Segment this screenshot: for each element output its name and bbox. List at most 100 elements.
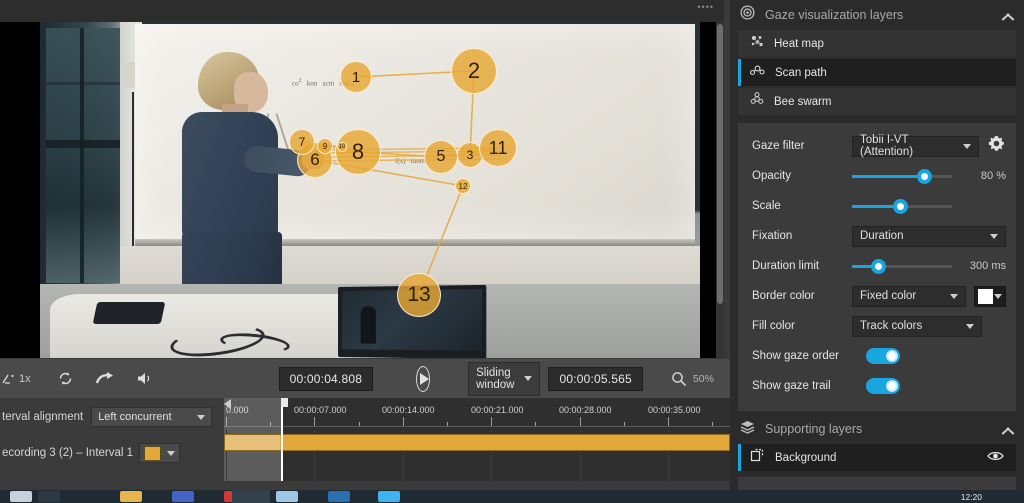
slider-track-filled [852, 204, 900, 208]
taskbar-icon-app-blue2[interactable] [328, 491, 350, 502]
scan-path-settings: Gaze filter Tobii I-VT (Attention) Opaci… [738, 123, 1016, 411]
taskbar-clock[interactable]: 12:20 [961, 492, 982, 502]
gaze-layers-header[interactable]: Gaze visualization layers [730, 0, 1024, 30]
timeline-interval-track[interactable] [224, 434, 730, 451]
chevron-down-icon [950, 293, 958, 299]
gaze-fixation-node[interactable]: 13 [397, 273, 441, 317]
interval-alignment-label: terval alignment [2, 411, 84, 423]
play-icon [420, 372, 430, 385]
taskbar-icon-app-cyan[interactable] [378, 491, 400, 502]
timeline-tick [314, 417, 316, 426]
layer-label-bee-swarm: Bee swarm [774, 95, 832, 108]
eye-icon[interactable] [987, 449, 1004, 467]
track-color-dropdown[interactable] [139, 443, 181, 463]
border-color-picker[interactable] [974, 285, 1006, 307]
heat-map-icon [750, 34, 764, 53]
layer-item-heat-map[interactable]: Heat map [738, 30, 1016, 57]
timeline-ruler-area[interactable]: 0.000 00:00:07.000 00:00:14.000 00:00:21.00… [224, 398, 758, 481]
magnifier-icon[interactable] [671, 371, 687, 387]
chevron-down-icon [990, 233, 998, 239]
application-window: •••• co2 kon acm omca f(x) more 1 2 3 5 … [0, 0, 1024, 503]
gaze-fixation-node[interactable]: 5 [424, 140, 458, 174]
timeline-tick [579, 417, 581, 426]
gaze-target-icon [740, 5, 755, 25]
fixation-dropdown[interactable]: Duration [852, 225, 1006, 247]
layers-icon [740, 420, 755, 439]
duration-limit-slider[interactable] [852, 256, 952, 276]
video-stage[interactable]: •••• co2 kon acm omca f(x) more 1 2 3 5 … [0, 0, 724, 358]
layer-label-heat-map: Heat map [774, 37, 824, 50]
gaze-fixation-node[interactable]: 11 [479, 129, 517, 167]
scrollbar-thumb[interactable] [717, 24, 723, 304]
show-gaze-order-toggle[interactable] [866, 348, 900, 364]
chevron-down-icon [963, 143, 971, 149]
chevron-up-icon[interactable] [1001, 423, 1014, 436]
timeline-tick-label: 00:00:14.000 [382, 405, 435, 415]
timeline-playhead-handle[interactable] [281, 398, 288, 407]
taskbar-icon-app-blue[interactable] [172, 491, 194, 502]
slider-knob[interactable] [917, 169, 931, 183]
loop-icon[interactable] [57, 370, 74, 387]
chevron-down-icon [966, 323, 974, 329]
chevron-down-icon [167, 450, 176, 456]
stage-toolbar: •••• [0, 0, 724, 22]
layer-item-background[interactable]: Background [738, 444, 1016, 471]
opacity-slider[interactable] [852, 166, 952, 186]
gaze-layers-title: Gaze visualization layers [765, 8, 904, 22]
supporting-layers-title: Supporting layers [765, 422, 863, 436]
scale-label: Scale [752, 200, 781, 212]
chevron-up-icon[interactable] [1001, 9, 1014, 22]
gaze-filter-dropdown[interactable]: Tobii I-VT (Attention) [852, 134, 979, 158]
gaze-fixation-node[interactable]: 2 [451, 48, 497, 94]
gaze-fixation-node[interactable]: 8 [335, 129, 381, 175]
gaze-filter-label: Gaze filter [752, 140, 805, 152]
show-gaze-trail-toggle[interactable] [866, 378, 900, 394]
interval-alignment-dropdown[interactable]: Left concurrent [91, 407, 213, 427]
taskbar-icon-search[interactable] [38, 491, 60, 502]
fill-color-dropdown[interactable]: Track colors [852, 315, 982, 337]
window-mode-dropdown[interactable]: Sliding window [468, 361, 541, 396]
gaze-fixation-node[interactable]: 9 [317, 138, 333, 154]
playback-speed-icon[interactable] [2, 372, 16, 386]
taskbar-active-window[interactable] [232, 490, 270, 503]
border-color-dropdown[interactable]: Fixed color [852, 285, 966, 307]
border-color-value: Fixed color [860, 290, 917, 302]
fill-color-row: Fill color Track colors [738, 311, 1016, 341]
gaze-fixation-node[interactable]: 1 [340, 61, 372, 93]
supporting-layers-header[interactable]: Supporting layers [730, 414, 1024, 444]
gear-icon[interactable] [987, 134, 1006, 158]
gaze-fixation-node[interactable]: 10 [337, 142, 347, 152]
taskbar-icon-start[interactable] [10, 491, 32, 502]
chevron-down-icon [197, 414, 206, 420]
opacity-row: Opacity 80 % [738, 161, 1016, 191]
timeline-playhead[interactable] [281, 398, 283, 481]
slider-knob[interactable] [893, 199, 907, 213]
layer-item-bee-swarm[interactable]: Bee swarm [738, 88, 1016, 115]
gaze-fixation-node[interactable]: 7 [289, 129, 315, 155]
window-mode-label: Sliding window [476, 366, 515, 391]
video-stage-scrollbar[interactable] [716, 22, 724, 358]
os-taskbar: 12:20 [0, 490, 1024, 503]
opacity-value: 80 % [980, 170, 1006, 182]
slider-knob[interactable] [871, 259, 885, 273]
timeline-ruler[interactable]: 0.000 00:00:07.000 00:00:14.000 00:00:21.00… [224, 398, 758, 430]
current-time-field[interactable]: 00:00:04.808 [278, 366, 374, 391]
gaze-filter-row: Gaze filter Tobii I-VT (Attention) [738, 131, 1016, 161]
forward-icon[interactable] [95, 371, 114, 387]
right-settings-panel: Gaze visualization layers Heat map Scan … [730, 0, 1024, 503]
taskbar-icon-tobii[interactable] [276, 491, 298, 502]
window-duration-field[interactable]: 00:00:05.565 [548, 366, 643, 391]
taskbar-icon-explorer[interactable] [120, 491, 142, 502]
layer-item-scan-path[interactable]: Scan path [738, 59, 1016, 86]
timeline-track-row: ecording 3 (2) – Interval 1 [0, 439, 224, 467]
volume-icon[interactable] [136, 371, 154, 386]
scale-slider[interactable] [852, 196, 952, 216]
toggle-knob [886, 350, 898, 362]
gaze-fixation-node[interactable]: 12 [455, 178, 471, 194]
border-color-label: Border color [752, 290, 815, 302]
toggle-knob [886, 380, 898, 392]
opacity-label: Opacity [752, 170, 791, 182]
play-button[interactable] [416, 365, 431, 392]
video-frame[interactable]: co2 kon acm omca f(x) more 1 2 3 5 6 7 8… [40, 22, 700, 358]
timeline-left-handle[interactable] [224, 399, 231, 409]
